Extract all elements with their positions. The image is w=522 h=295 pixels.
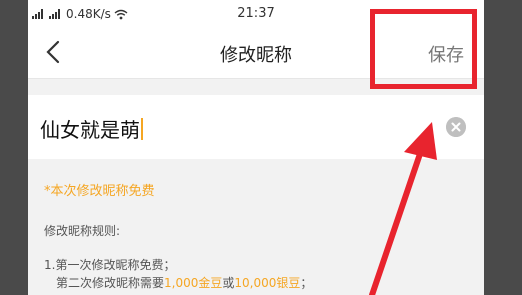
red-arrow-annotation: [369, 122, 437, 295]
